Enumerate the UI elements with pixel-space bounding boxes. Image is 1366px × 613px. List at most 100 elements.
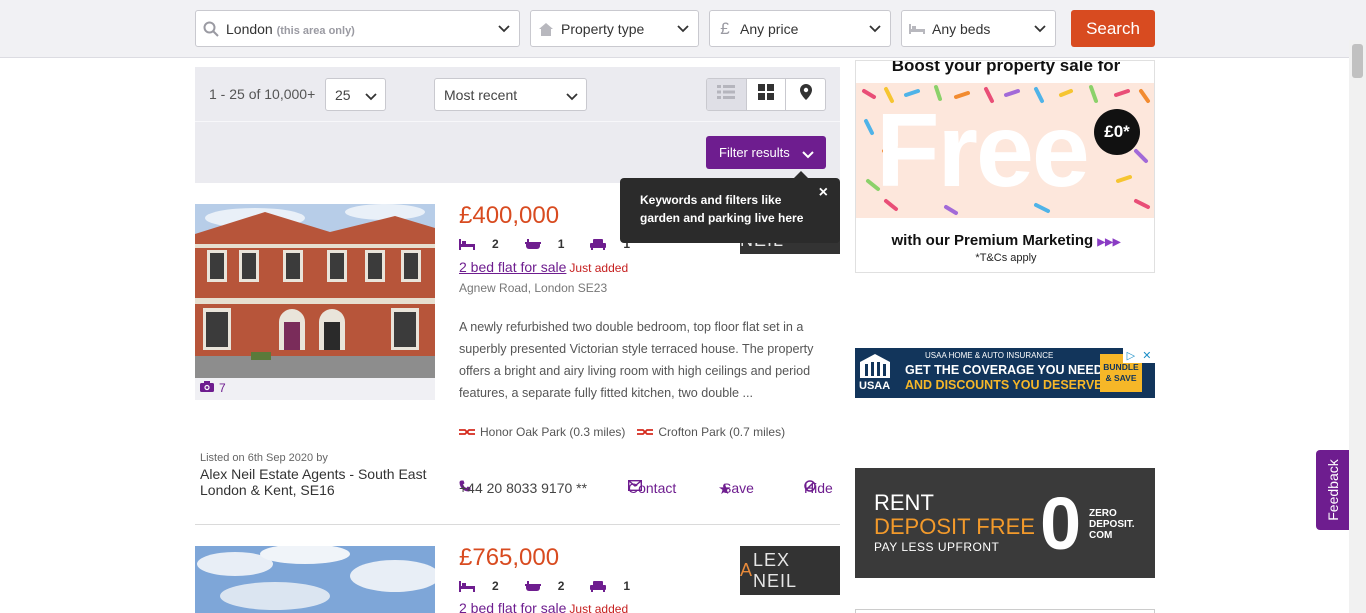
- bath-icon: [524, 580, 541, 592]
- hide-label: Hide: [804, 480, 833, 496]
- photo-count[interactable]: 7: [200, 381, 226, 395]
- ad-headline: Boost your property sale for: [891, 60, 1121, 75]
- ad-line-text: with our Premium Marketing: [891, 232, 1094, 249]
- chevron-down-icon: [365, 88, 377, 104]
- ad-terms: *T&Cs apply: [975, 252, 1037, 264]
- listing-price: £765,000: [459, 544, 560, 571]
- feedback-label: Feedback: [1324, 459, 1341, 521]
- station-item: Honor Oak Park (0.3 miles): [459, 425, 625, 439]
- save-label: Save: [722, 480, 754, 496]
- filter-results-label: Filter results: [719, 145, 790, 160]
- sort-value: Most recent: [444, 86, 518, 103]
- agent-name[interactable]: Alex Neil Estate Agents - South East Lon…: [200, 466, 440, 498]
- map-pin-icon: [799, 84, 812, 105]
- location-hint: (this area only): [276, 24, 355, 37]
- chevron-down-icon: [566, 88, 578, 104]
- listed-date: Listed on 6th Sep 2020 by: [200, 452, 328, 464]
- close-icon[interactable]: ×: [819, 184, 828, 202]
- listing-description: A newly refurbished two double bedroom, …: [459, 320, 814, 400]
- agent-logo-initial: A: [740, 560, 754, 580]
- sofa-icon: [590, 580, 607, 592]
- grid-view-button[interactable]: [747, 79, 787, 110]
- beds-count: 2: [492, 237, 499, 251]
- ad-zero-digit: 0: [1040, 482, 1082, 565]
- premium-marketing-ad[interactable]: Boost your property sale for Free £0* wi…: [855, 60, 1155, 273]
- search-button[interactable]: Search: [1071, 10, 1155, 47]
- rail-icon: [459, 427, 475, 437]
- property-type-value: Property type: [561, 20, 645, 37]
- ad-line: with our Premium Marketing ▶▶▶: [856, 232, 1154, 249]
- list-view-button[interactable]: [707, 79, 747, 110]
- agent-logo-text: LEX NEIL: [753, 549, 798, 591]
- search-icon: [196, 21, 226, 37]
- bath-icon: [524, 238, 541, 250]
- location-value: London: [226, 20, 273, 37]
- chevron-down-icon: [802, 147, 814, 162]
- listing-title: 2 bed flat for sale: [459, 600, 567, 613]
- sort-select[interactable]: Most recent: [434, 78, 587, 111]
- price-value: Any price: [740, 20, 799, 37]
- beds-value: Any beds: [932, 20, 991, 37]
- listing-title: 2 bed flat for sale: [459, 259, 567, 275]
- ad-rent: RENT: [874, 490, 934, 515]
- station-name: Honor Oak Park (0.3 miles): [480, 425, 626, 439]
- sofa-icon: [590, 238, 607, 250]
- property-type-select[interactable]: Property type: [530, 10, 699, 47]
- scrollbar[interactable]: [1349, 40, 1366, 613]
- listing-title-link[interactable]: 2 bed flat for sale Just added: [459, 259, 628, 275]
- ad-zero-brand: ZERO DEPOSIT. COM: [1089, 508, 1135, 541]
- usaa-top: USAA HOME & AUTO INSURANCE: [925, 351, 1054, 360]
- chevron-down-icon: [1025, 24, 1055, 33]
- beds-count: 2: [492, 579, 499, 593]
- chevron-down-icon: [489, 24, 519, 33]
- price-select[interactable]: £ Any price: [709, 10, 891, 47]
- beds-select[interactable]: Any beds: [901, 10, 1056, 47]
- listing-photo[interactable]: [195, 204, 435, 400]
- receptions-count: 1: [623, 579, 631, 593]
- just-added-badge: Just added: [569, 261, 629, 275]
- tooltip-text: Keywords and filters like garden and par…: [640, 193, 804, 225]
- feedback-tab[interactable]: Feedback: [1316, 450, 1349, 530]
- listing-price: £400,000: [459, 202, 560, 229]
- ad-zero-brand-1: ZERO: [1089, 508, 1117, 519]
- bed-icon: [459, 238, 475, 250]
- toolbar-divider: [195, 121, 840, 122]
- ad-sub: PAY LESS UPFRONT: [874, 540, 1000, 554]
- per-page-select[interactable]: 25: [325, 78, 386, 111]
- search-bar: London (this area only) Property type £ …: [0, 0, 1366, 58]
- ad-zero-brand-3: COM: [1089, 530, 1113, 541]
- ad-frame: [855, 609, 1155, 613]
- ad-free-word: Free: [876, 93, 1090, 209]
- ad-deposit: DEPOSIT FREE: [874, 514, 1035, 539]
- usaa-ad[interactable]: USAA USAA HOME & AUTO INSURANCE GET THE …: [855, 348, 1155, 398]
- view-toggle: [706, 78, 826, 111]
- filter-tooltip: Keywords and filters like garden and par…: [620, 171, 840, 243]
- chevron-down-icon: [860, 24, 890, 33]
- chevron-down-icon: [668, 24, 698, 33]
- nearby-stations: Honor Oak Park (0.3 miles) Crofton Park …: [459, 425, 785, 439]
- contact-label: Contact: [628, 480, 677, 496]
- grid-icon: [758, 84, 774, 105]
- usaa-logo-icon: [860, 354, 890, 378]
- scrollbar-thumb[interactable]: [1352, 44, 1363, 78]
- house-icon: [531, 21, 561, 37]
- station-item: Crofton Park (0.7 miles): [637, 425, 785, 439]
- just-added-badge: Just added: [569, 602, 629, 613]
- adchoices-icon[interactable]: ▷ ✕: [1123, 348, 1155, 363]
- location-field[interactable]: London (this area only): [195, 10, 520, 47]
- zero-deposit-ad[interactable]: RENT DEPOSIT FREE PAY LESS UPFRONT 0 ZER…: [855, 468, 1155, 578]
- usaa-line1: GET THE COVERAGE YOU NEED: [905, 363, 1103, 377]
- filter-results-button[interactable]: Filter results: [706, 136, 826, 169]
- listing-separator: [195, 524, 840, 525]
- map-view-button[interactable]: [786, 79, 825, 110]
- listing-photo[interactable]: [195, 546, 435, 613]
- baths-count: 1: [557, 237, 565, 251]
- agent-logo[interactable]: ALEX NEIL: [740, 546, 840, 595]
- usaa-line2: AND DISCOUNTS YOU DESERVE: [905, 378, 1103, 392]
- camera-icon: [200, 381, 214, 395]
- arrows-icon: ▶▶▶: [1097, 237, 1121, 248]
- listing-title-link[interactable]: 2 bed flat for sale Just added: [459, 600, 628, 613]
- rail-icon: [637, 427, 654, 437]
- usaa-brand: USAA: [859, 380, 891, 392]
- bed-icon: [459, 580, 475, 592]
